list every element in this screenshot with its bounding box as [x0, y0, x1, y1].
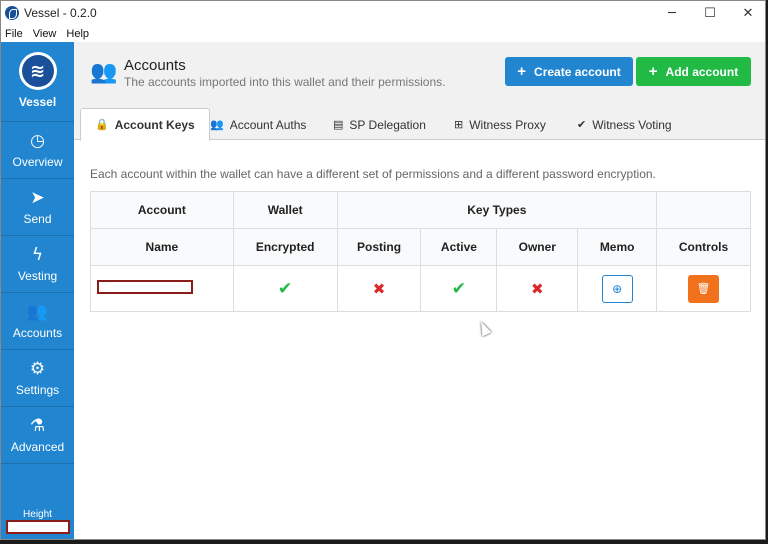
account-name-cell: [90, 265, 234, 312]
add-memo-key-button[interactable]: ⊕: [601, 274, 633, 303]
tab-label: Account Auths: [229, 117, 307, 132]
app-window: Vessel - 0.2.0 ─ ☐ ✕ File View Help ≋ Ve…: [0, 0, 766, 540]
app-logo-icon: [5, 6, 19, 20]
tab-witness-proxy[interactable]: ⊞ Witness Proxy: [454, 108, 546, 141]
header-active: Active: [420, 228, 498, 266]
tab-label: Witness Proxy: [469, 117, 546, 132]
add-account-button[interactable]: + Add account: [636, 57, 751, 86]
header-name: Name: [90, 228, 234, 266]
menu-view[interactable]: View: [33, 28, 57, 40]
users-icon: 👥: [90, 60, 118, 85]
lock-icon: 🔒: [95, 118, 109, 131]
sidebar-item-send[interactable]: ➤ Send: [1, 179, 74, 236]
sidebar-item-accounts[interactable]: 👥 Accounts: [1, 293, 74, 350]
tachometer-icon: ◷: [30, 131, 45, 151]
sidebar-item-label: Vesting: [17, 269, 58, 283]
tab-label: Account Keys: [114, 117, 195, 132]
title-bar: Vessel - 0.2.0 ─ ☐ ✕: [1, 1, 765, 25]
plus-icon: +: [517, 63, 527, 80]
window-controls: ─ ☐ ✕: [653, 1, 765, 25]
group-header-key-types: Key Types: [336, 191, 658, 229]
sidebar-item-advanced[interactable]: ⚗ Advanced: [1, 407, 74, 464]
redacted-account-name: [96, 280, 193, 294]
sidebar-item-vesting[interactable]: ϟ Vesting: [1, 236, 74, 293]
header-encrypted: Encrypted: [232, 228, 338, 266]
menu-file[interactable]: File: [5, 28, 23, 40]
page-title: Accounts: [124, 57, 186, 74]
header-memo: Memo: [577, 228, 658, 266]
controls-cell: 🗑: [656, 265, 751, 312]
tab-sp-delegation[interactable]: ▤ SP Delegation: [333, 108, 426, 141]
page-subtitle: The accounts imported into this wallet a…: [124, 75, 446, 89]
create-account-button[interactable]: + Create account: [505, 57, 633, 86]
users-icon: 👥: [26, 302, 49, 322]
page-header: 👥 Accounts The accounts imported into th…: [74, 42, 765, 102]
header-owner: Owner: [496, 228, 579, 266]
group-header-account: Account: [90, 191, 234, 229]
redacted-height-value: [5, 520, 70, 534]
sidebar-item-settings[interactable]: ⚙ Settings: [1, 350, 74, 407]
sidebar-item-label: Send: [23, 212, 52, 226]
menu-help[interactable]: Help: [66, 28, 89, 40]
main-content: Each account within the wallet can have …: [74, 141, 765, 539]
create-account-label: Create account: [534, 64, 621, 79]
sidebar-item-label: Overview: [12, 155, 63, 169]
server-icon: ▤: [333, 118, 344, 131]
active-cell: ✔: [420, 265, 498, 312]
tab-account-keys[interactable]: 🔒 Account Keys: [80, 108, 210, 141]
sidebar-brand[interactable]: ≋ Vessel: [1, 42, 74, 122]
steem-logo-icon: ≋: [18, 52, 57, 90]
posting-cell: ✖: [336, 265, 422, 312]
add-account-label: Add account: [665, 64, 739, 79]
tab-bar: 🔒 Account Keys 👥 Account Auths ▤ SP Dele…: [74, 102, 765, 141]
description-text: Each account within the wallet can have …: [90, 167, 656, 181]
plus-circle-icon: ⊕: [612, 281, 623, 296]
tab-account-auths[interactable]: 👥 Account Auths: [210, 108, 306, 141]
block-height: Height: [1, 503, 74, 539]
cogs-icon: ⚙: [29, 359, 46, 379]
checkmark-icon: ✔: [451, 278, 467, 299]
group-header-wallet: Wallet: [232, 191, 338, 229]
sidebar-item-label: Accounts: [12, 326, 63, 340]
owner-cell: ✖: [496, 265, 579, 312]
checkmark-icon: ✔: [577, 118, 587, 131]
table-header-row: Name Encrypted Posting Active Owner Memo…: [90, 228, 751, 266]
group-header-empty: [656, 191, 751, 229]
minimize-button[interactable]: ─: [653, 1, 691, 25]
tab-label: SP Delegation: [349, 117, 426, 132]
checkmark-icon: ✔: [278, 278, 293, 299]
sitemap-icon: ⊞: [454, 118, 464, 131]
maximize-button[interactable]: ☐: [691, 1, 729, 25]
account-keys-table: Account Wallet Key Types Name Encrypted …: [90, 191, 751, 312]
cross-icon: ✖: [372, 279, 386, 298]
cross-icon: ✖: [531, 279, 544, 298]
users-icon: 👥: [210, 118, 224, 131]
plus-icon: +: [648, 63, 658, 80]
height-label: Height: [23, 509, 52, 520]
header-controls: Controls: [656, 228, 751, 266]
close-button[interactable]: ✕: [729, 1, 765, 25]
tab-witness-voting[interactable]: ✔ Witness Voting: [577, 108, 672, 141]
memo-cell: ⊕: [577, 265, 658, 312]
header-posting: Posting: [336, 228, 422, 266]
brand-label: Vessel: [18, 95, 57, 109]
encrypted-cell: ✔: [232, 265, 338, 312]
table-group-header-row: Account Wallet Key Types: [90, 191, 751, 229]
tab-label: Witness Voting: [592, 117, 672, 132]
paper-plane-icon: ➤: [30, 188, 45, 208]
desktop-edge: [0, 540, 768, 544]
lightning-icon: ϟ: [31, 245, 44, 265]
sidebar: ≋ Vessel ◷ Overview ➤ Send ϟ Vesting 👥 A…: [1, 42, 74, 539]
window-title: Vessel - 0.2.0: [24, 6, 97, 20]
sidebar-item-label: Advanced: [10, 440, 65, 454]
menu-bar: File View Help: [1, 25, 765, 42]
delete-account-button[interactable]: 🗑: [688, 274, 720, 303]
table-row: ✔ ✖ ✔ ✖ ⊕ 🗑: [90, 265, 751, 312]
trash-icon: 🗑: [696, 282, 711, 295]
flask-icon: ⚗: [29, 416, 46, 436]
sidebar-item-label: Settings: [15, 383, 60, 397]
sidebar-item-overview[interactable]: ◷ Overview: [1, 122, 74, 179]
